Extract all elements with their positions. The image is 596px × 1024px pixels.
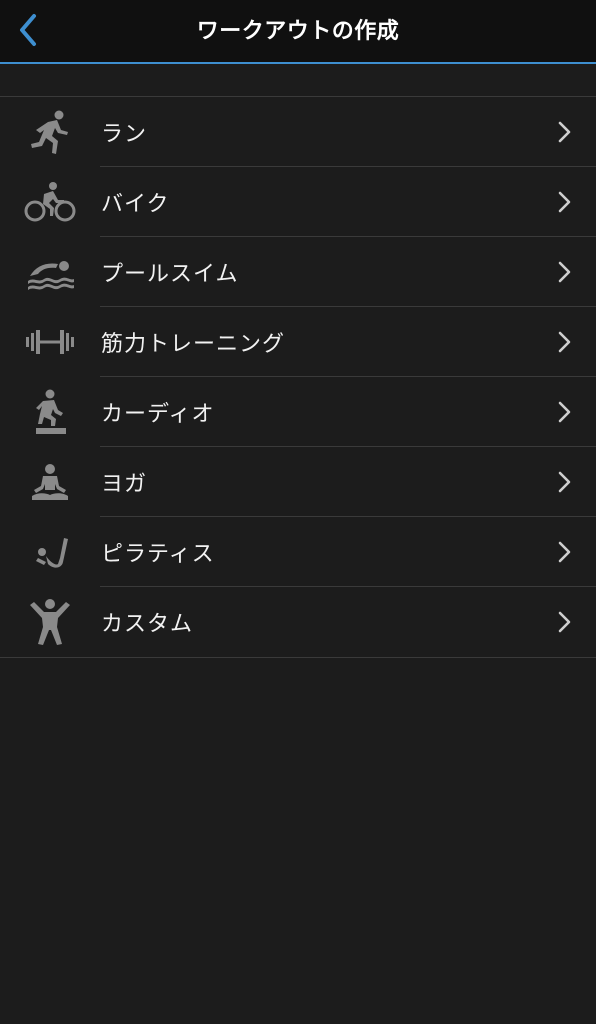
list-item-cardio[interactable]: カーディオ	[0, 377, 596, 447]
list-item-label: カスタム	[101, 612, 194, 637]
pilates-icon	[22, 528, 78, 576]
list-item-custom[interactable]: カスタム	[0, 587, 596, 657]
bike-icon	[22, 178, 78, 226]
chevron-right-icon	[554, 400, 574, 424]
chevron-right-icon	[554, 470, 574, 494]
list-item-strength[interactable]: 筋力トレーニング	[0, 307, 596, 377]
list-item-run[interactable]: ラン	[0, 97, 596, 167]
nav-bar: ワークアウトの作成	[0, 0, 596, 64]
chevron-right-icon	[554, 120, 574, 144]
chevron-right-icon	[554, 540, 574, 564]
list-item-label: ラン	[101, 122, 148, 147]
list-item-bike[interactable]: バイク	[0, 167, 596, 237]
list-item-pilates[interactable]: ピラティス	[0, 517, 596, 587]
yoga-icon	[22, 458, 78, 506]
workout-type-list: ラン バイク プールスイム 筋力トレーニング カーディオ ヨガ ピラティス カス…	[0, 96, 596, 658]
list-item-label: プールスイム	[101, 262, 239, 287]
list-item-yoga[interactable]: ヨガ	[0, 447, 596, 517]
swim-icon	[22, 248, 78, 296]
chevron-right-icon	[554, 330, 574, 354]
list-item-label: ピラティス	[101, 542, 215, 567]
cardio-step-icon	[22, 388, 78, 436]
page-title: ワークアウトの作成	[196, 19, 400, 44]
custom-person-icon	[22, 598, 78, 646]
running-icon	[22, 108, 78, 156]
chevron-right-icon	[554, 260, 574, 284]
chevron-right-icon	[554, 190, 574, 214]
chevron-right-icon	[554, 610, 574, 634]
dumbbell-icon	[22, 318, 78, 366]
list-item-label: カーディオ	[101, 402, 215, 427]
list-item-label: バイク	[101, 192, 170, 217]
list-item-pool-swim[interactable]: プールスイム	[0, 237, 596, 307]
list-item-label: 筋力トレーニング	[101, 332, 286, 357]
list-item-label: ヨガ	[101, 472, 148, 497]
